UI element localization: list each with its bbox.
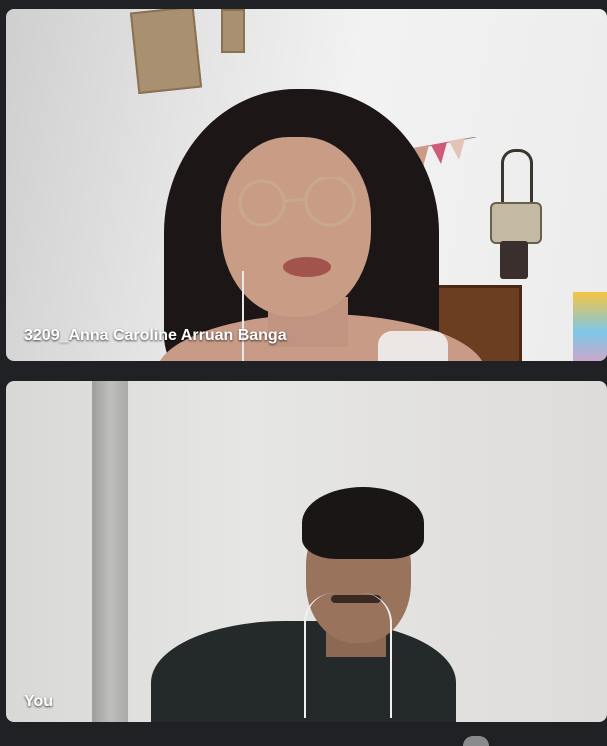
glasses <box>238 177 356 227</box>
participant-name-label: You <box>24 693 54 710</box>
participant-tile-you[interactable]: You <box>6 381 607 722</box>
participant-name-label: 3209_Anna Caroline Arruan Banga <box>24 327 287 344</box>
wall-poster <box>129 9 203 95</box>
hanging-bag <box>490 202 542 244</box>
wall-calendar <box>573 292 607 361</box>
person-top <box>378 331 448 361</box>
toolbar-handle[interactable] <box>463 736 489 746</box>
person-hair <box>302 487 424 559</box>
earphone-cable <box>242 271 268 361</box>
dark-pouch <box>500 241 528 279</box>
participant-tile-anna[interactable]: 3209_Anna Caroline Arruan Banga <box>6 9 607 361</box>
wall-poster <box>221 9 245 53</box>
wall-pillar <box>92 381 128 722</box>
person-lips <box>283 257 331 277</box>
video-feed <box>6 9 607 361</box>
video-feed <box>6 381 607 722</box>
earphone-cable <box>304 593 392 718</box>
